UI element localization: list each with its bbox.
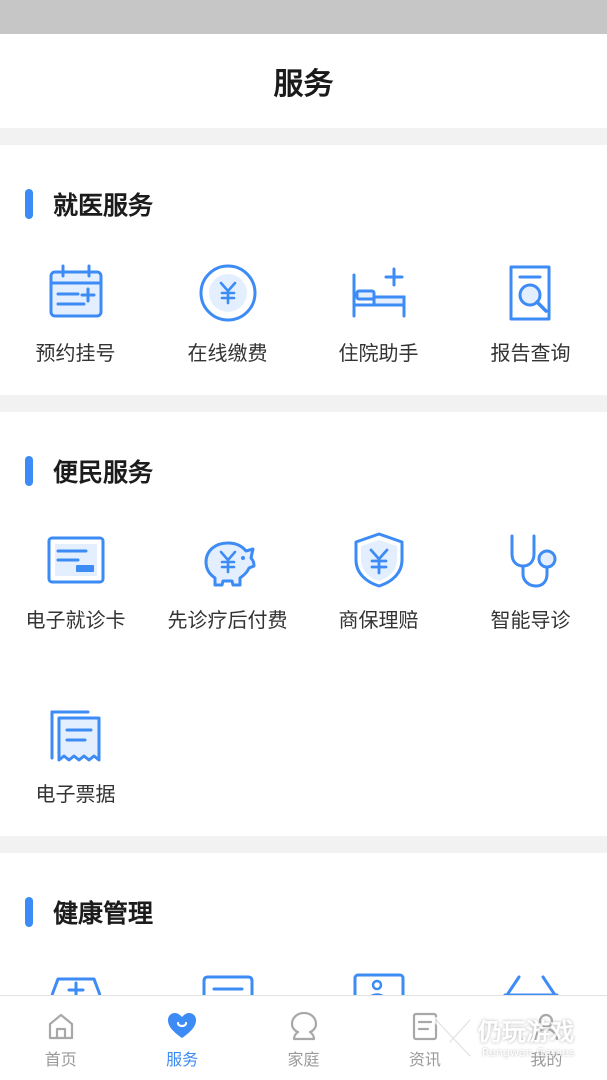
- section-header: 就医服务: [25, 189, 154, 220]
- section-accent-bar: [25, 189, 33, 219]
- service-label: 智能导诊: [490, 608, 571, 632]
- tab-services[interactable]: 服务: [121, 996, 242, 1080]
- service-label: 商保理赔: [338, 608, 419, 632]
- section-header: 便民服务: [25, 456, 154, 487]
- watermark-text: 仍玩游戏: [478, 1018, 574, 1046]
- home-icon: [48, 1013, 73, 1040]
- tab-family[interactable]: 家庭: [243, 996, 364, 1080]
- page-header: 服务: [0, 34, 607, 128]
- section-medical-services: 就医服务 预约挂号 在线缴费 住院助手 报告查询: [0, 145, 607, 395]
- insurance-shield-icon: [354, 532, 403, 588]
- heart-icon: [168, 1013, 197, 1038]
- service-inpatient-assistant[interactable]: 住院助手: [303, 261, 454, 366]
- section-accent-bar: [25, 897, 33, 927]
- section-convenience-services: 便民服务 电子就诊卡 先诊疗后付费 商保理赔 智能导诊 电子票据: [0, 412, 607, 836]
- hospital-bed-icon: [352, 267, 405, 318]
- service-label: 报告查询: [490, 341, 571, 365]
- tab-label: 家庭: [287, 1050, 320, 1069]
- calendar-icon: [49, 264, 102, 318]
- service-label: 住院助手: [338, 341, 419, 365]
- service-label: 在线缴费: [187, 341, 268, 365]
- piggy-bank-icon: [204, 541, 255, 587]
- section-health-management: 健康管理: [0, 853, 607, 995]
- service-e-receipt[interactable]: 电子票据: [0, 702, 151, 807]
- status-bar: [0, 0, 607, 34]
- section-title: 健康管理: [53, 899, 154, 928]
- health-profile-icon[interactable]: [347, 969, 411, 995]
- section-title: 便民服务: [53, 458, 154, 487]
- service-label: 先诊疗后付费: [167, 608, 288, 632]
- page-title: 服务: [273, 67, 334, 102]
- section-accent-bar: [25, 456, 33, 486]
- watermark: 仍玩游戏 Rengwan Games: [430, 1008, 600, 1070]
- service-treat-first-pay-later[interactable]: 先诊疗后付费: [152, 528, 303, 633]
- service-appointment[interactable]: 预约挂号: [0, 261, 151, 366]
- service-label: 电子就诊卡: [25, 608, 126, 632]
- tab-home[interactable]: 首页: [0, 996, 121, 1080]
- service-insurance-claim[interactable]: 商保理赔: [303, 528, 454, 633]
- service-online-payment[interactable]: 在线缴费: [152, 261, 303, 366]
- service-smart-triage[interactable]: 智能导诊: [455, 528, 606, 633]
- section-title: 就医服务: [53, 191, 154, 220]
- section-header: 健康管理: [25, 897, 154, 928]
- receipt-icon: [50, 710, 100, 762]
- tab-label: 首页: [44, 1050, 77, 1069]
- tab-label: 服务: [166, 1050, 199, 1069]
- health-basket-icon[interactable]: [499, 969, 563, 995]
- stethoscope-icon: [510, 534, 556, 588]
- watermark-logo-icon: [433, 1017, 473, 1059]
- service-label: 电子票据: [35, 782, 116, 806]
- report-search-icon: [509, 265, 550, 321]
- watermark-subtext: Rengwan Games: [482, 1046, 575, 1059]
- service-report-query[interactable]: 报告查询: [455, 261, 606, 366]
- health-record-icon[interactable]: [196, 969, 260, 995]
- family-icon: [290, 1011, 317, 1041]
- medical-card-icon: [47, 536, 104, 584]
- service-e-medical-card[interactable]: 电子就诊卡: [0, 528, 151, 633]
- medical-kit-icon[interactable]: [44, 969, 108, 995]
- service-label: 预约挂号: [35, 341, 116, 365]
- yuan-coin-icon: [199, 264, 256, 322]
